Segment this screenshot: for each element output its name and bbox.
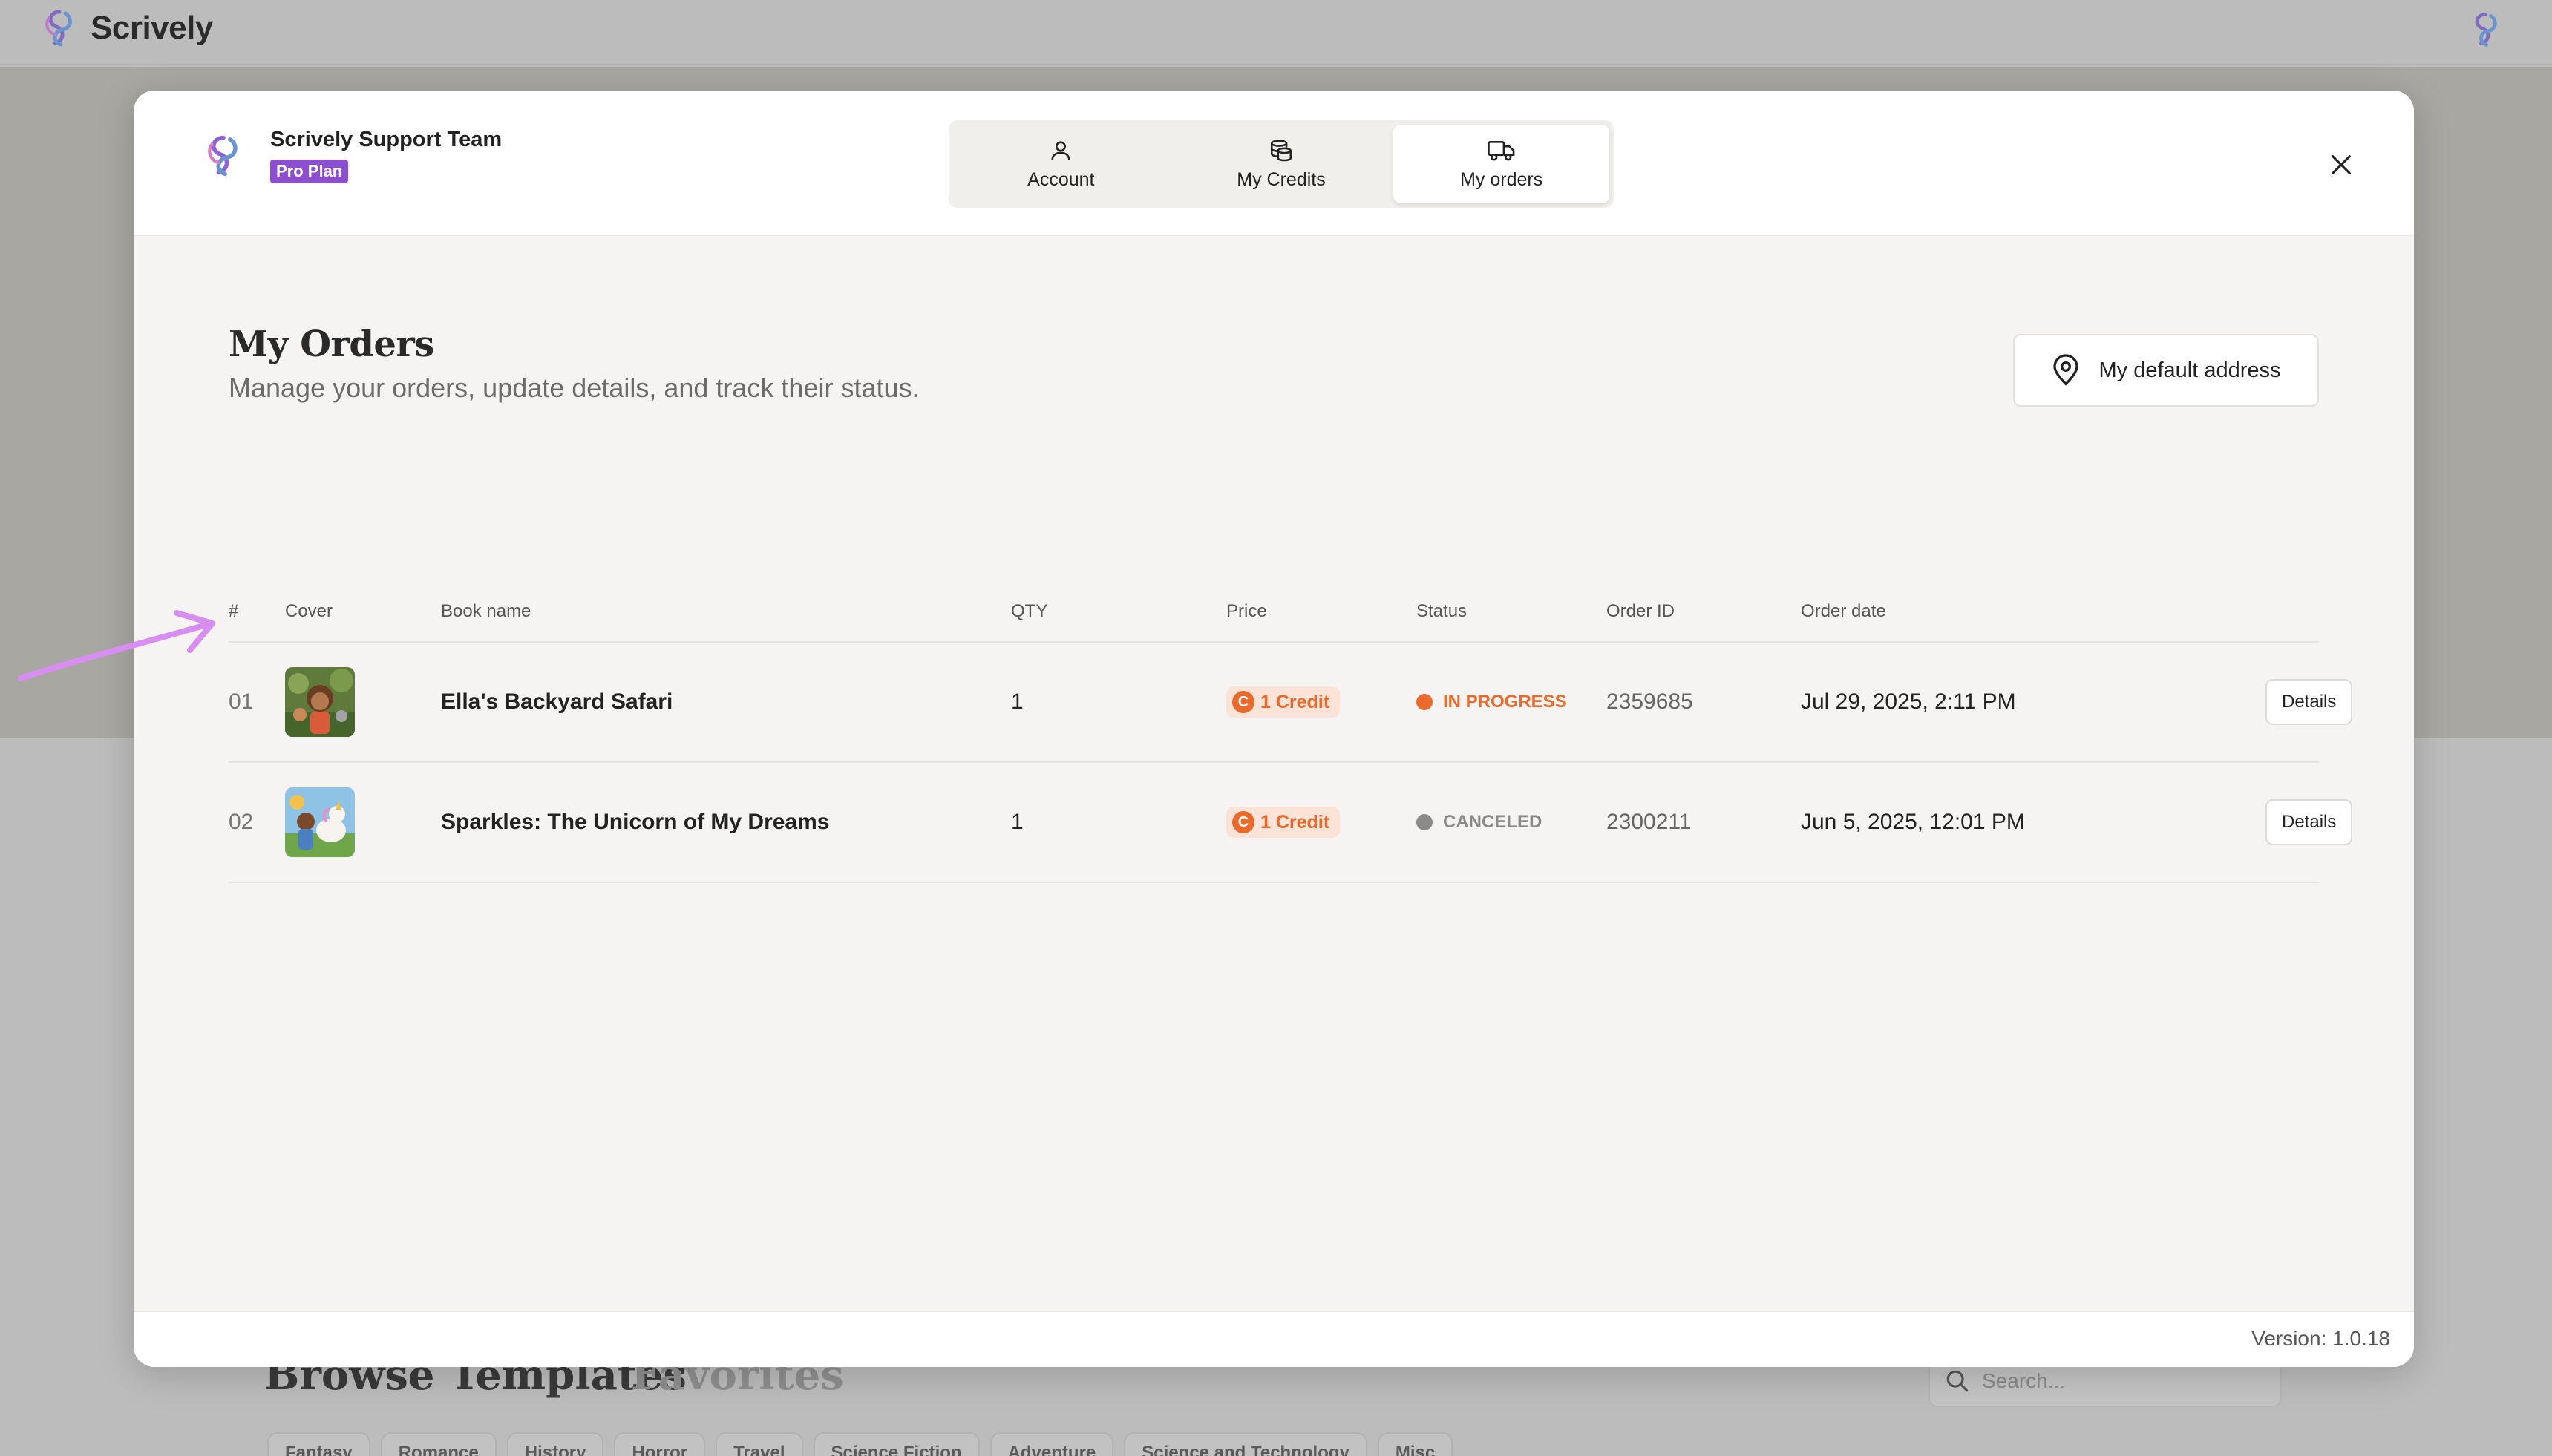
category-chip[interactable]: Misc	[1377, 1432, 1453, 1456]
status-dot-icon	[1416, 694, 1433, 710]
status-label: IN PROGRESS	[1443, 692, 1567, 712]
column-header-number: #	[229, 601, 239, 621]
price-label: 1 Credit	[1260, 691, 1330, 712]
book-name: Ella's Backyard Safari	[441, 689, 673, 714]
user-avatar-icon	[208, 135, 238, 176]
tab-label: My Credits	[1237, 168, 1326, 190]
status-badge: CANCELED	[1416, 812, 1542, 833]
modal-tabs: Account My Credits My orders	[949, 120, 1614, 208]
category-chip[interactable]: Science Fiction	[813, 1432, 980, 1456]
close-button[interactable]	[2320, 144, 2362, 186]
price-badge: C 1 Credit	[1226, 807, 1341, 838]
tab-label: My orders	[1460, 168, 1543, 190]
page-subtitle: Manage your orders, update details, and …	[229, 373, 920, 403]
book-cover-thumbnail	[285, 787, 355, 857]
details-button[interactable]: Details	[2265, 679, 2353, 725]
credit-coin-icon: C	[1232, 811, 1254, 833]
user-info: Scrively Support Team Pro Plan	[200, 128, 502, 183]
book-cover-thumbnail	[285, 667, 355, 737]
column-header-price: Price	[1226, 601, 1267, 621]
credit-coin-icon: C	[1232, 691, 1254, 713]
default-address-label: My default address	[2098, 358, 2281, 382]
map-pin-icon	[2053, 354, 2079, 386]
tab-label: Account	[1027, 168, 1095, 190]
plan-badge: Pro Plan	[270, 160, 349, 183]
search-icon	[1946, 1370, 1969, 1392]
table-row: 01 Ella's Backyard Safari 1 C 1 Credit I…	[229, 643, 2353, 763]
tab-my-credits[interactable]: My Credits	[1174, 125, 1390, 203]
order-id: 2359685	[1606, 689, 1693, 714]
default-address-button[interactable]: My default address	[2013, 334, 2319, 407]
category-chip[interactable]: Travel	[716, 1432, 803, 1456]
status-label: CANCELED	[1443, 812, 1542, 832]
user-name: Scrively Support Team	[270, 128, 503, 151]
row-number: 02	[229, 810, 254, 834]
column-header-status: Status	[1416, 601, 1468, 621]
status-badge: IN PROGRESS	[1416, 692, 1567, 712]
row-number: 01	[229, 689, 254, 714]
category-chip[interactable]: Science and Technology	[1124, 1432, 1367, 1456]
category-chip[interactable]: Horror	[614, 1432, 706, 1456]
truck-icon	[1487, 140, 1515, 160]
column-header-order-date: Order date	[1801, 601, 1886, 621]
user-icon	[1051, 140, 1070, 160]
details-button[interactable]: Details	[2265, 799, 2353, 845]
price-badge: C 1 Credit	[1226, 686, 1341, 718]
book-name: Sparkles: The Unicorn of My Dreams	[441, 810, 830, 834]
tab-account[interactable]: Account	[953, 125, 1169, 203]
annotation-arrow-icon	[18, 610, 215, 681]
brand[interactable]: Scrively	[39, 7, 213, 49]
tab-my-orders[interactable]: My orders	[1393, 125, 1610, 203]
table-row: 02 Sparkles: The Unicorn of My Dreams 1 …	[229, 763, 2353, 883]
account-menu-button[interactable]	[2466, 10, 2504, 53]
column-header-book-name: Book name	[441, 601, 531, 621]
category-chip[interactable]: Fantasy	[267, 1432, 370, 1456]
category-chip[interactable]: Adventure	[989, 1432, 1114, 1456]
status-dot-icon	[1416, 814, 1433, 830]
coins-icon	[1270, 139, 1292, 161]
app-header: Scrively	[0, 0, 2552, 65]
modal-header: Scrively Support Team Pro Plan Account M…	[134, 91, 2414, 236]
price-label: 1 Credit	[1260, 811, 1330, 833]
column-header-qty: QTY	[1011, 601, 1048, 621]
scrively-logo-icon	[2475, 13, 2497, 47]
order-date: Jun 5, 2025, 12:01 PM	[1801, 810, 2025, 834]
brand-name: Scrively	[91, 10, 213, 46]
account-modal: Scrively Support Team Pro Plan Account M…	[134, 91, 2414, 1367]
order-date: Jul 29, 2025, 2:11 PM	[1801, 689, 2016, 714]
page-title: My Orders	[229, 324, 434, 365]
orders-table: # Cover Book name QTY Price Status Order…	[229, 583, 2353, 883]
category-chip[interactable]: Romance	[380, 1432, 497, 1456]
scrively-logo-icon	[45, 10, 72, 47]
version-label: Version: 1.0.18	[2251, 1327, 2390, 1350]
order-id: 2300211	[1606, 810, 1692, 834]
column-header-cover: Cover	[285, 601, 333, 621]
table-header-row: # Cover Book name QTY Price Status Order…	[229, 583, 2319, 643]
quantity: 1	[1011, 689, 1024, 714]
modal-footer: Version: 1.0.18	[134, 1311, 2414, 1367]
column-header-order-id: Order ID	[1606, 601, 1675, 621]
quantity: 1	[1011, 810, 1024, 834]
category-chips: Fantasy Romance History Horror Travel Sc…	[267, 1432, 1453, 1456]
category-chip[interactable]: History	[506, 1432, 604, 1456]
search-placeholder: Search...	[1982, 1369, 2066, 1392]
close-icon	[2332, 155, 2351, 174]
